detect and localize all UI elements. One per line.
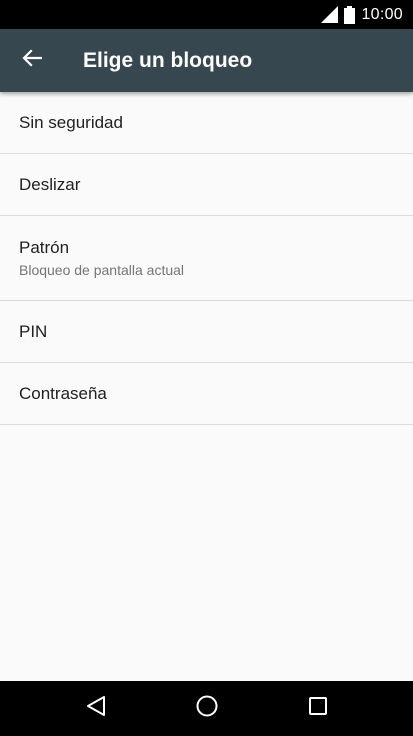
arrow-back-icon (22, 49, 43, 72)
navigation-bar (0, 681, 413, 736)
nav-back-button[interactable] (66, 681, 126, 736)
battery-icon (344, 5, 356, 24)
lock-option-password[interactable]: Contraseña (0, 363, 413, 425)
lock-options-list: Sin seguridad Deslizar Patrón Bloqueo de… (0, 92, 413, 425)
page-title: Elige un bloqueo (83, 48, 253, 72)
lock-option-pin[interactable]: PIN (0, 301, 413, 363)
option-title: Contraseña (19, 383, 107, 403)
recents-square-icon (308, 696, 328, 721)
home-circle-icon (196, 695, 218, 722)
option-subtitle: Bloqueo de pantalla actual (19, 262, 185, 278)
status-bar: 10:00 (0, 0, 413, 29)
lock-option-pattern[interactable]: Patrón Bloqueo de pantalla actual (0, 216, 413, 301)
option-title: PIN (19, 321, 48, 341)
nav-recents-button[interactable] (288, 681, 348, 736)
back-triangle-icon (86, 695, 106, 722)
option-title: Sin seguridad (19, 112, 123, 132)
signal-icon (321, 6, 339, 23)
lock-option-swipe[interactable]: Deslizar (0, 154, 413, 216)
option-title: Patrón (19, 238, 70, 257)
app-bar: Elige un bloqueo (0, 29, 413, 92)
back-button[interactable] (0, 29, 64, 92)
option-title: Deslizar (19, 174, 81, 194)
screen: 10:00 Elige un bloqueo Sin seguridad Des… (0, 0, 413, 736)
nav-home-button[interactable] (177, 681, 237, 736)
status-time: 10:00 (361, 5, 403, 23)
lock-option-none[interactable]: Sin seguridad (0, 92, 413, 154)
status-icons (321, 5, 356, 24)
